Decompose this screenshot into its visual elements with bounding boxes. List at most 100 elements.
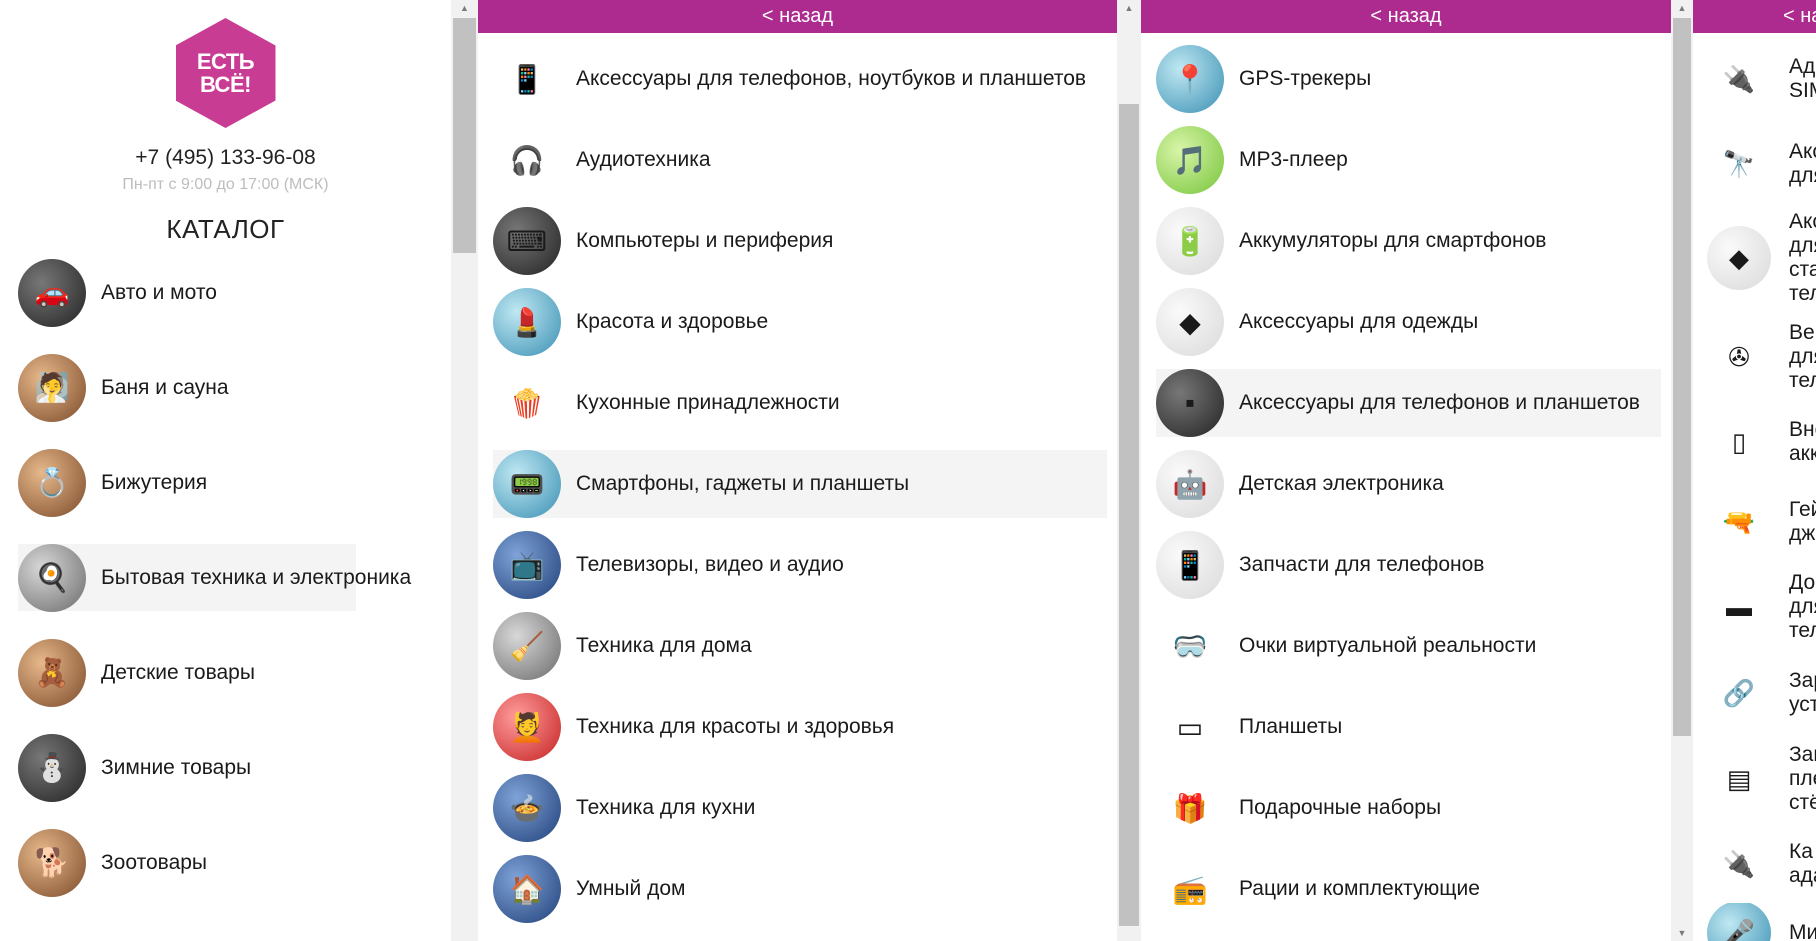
subcategory-item[interactable]: 🍲 Техника для кухни [493,774,1107,842]
subsubcategory-item[interactable]: ▭ Планшеты [1156,693,1661,761]
scroll-up-arrow-icon[interactable]: ▲ [451,0,478,16]
subsubcategory-item[interactable]: 🔋 Аккумуляторы для смартфонов [1156,207,1661,275]
products-panel: < на 🔌 Ад SIM 🔭 Акс для ◆ Акс для ста те… [1693,0,1816,941]
subcategory-item[interactable]: 📱 Аксессуары для телефонов, ноутбуков и … [493,45,1107,113]
smartphone-icon: 📱 [1156,531,1224,599]
scroll-up-arrow-icon[interactable]: ▲ [1671,0,1693,16]
catalog-scrollbar[interactable]: ▲ [451,0,478,941]
product-category-item[interactable]: 🔌 Ка ада [1693,825,1816,903]
catalog-item-winter[interactable]: ⛄ Зимние товары [18,733,356,802]
scroll-up-arrow-icon[interactable]: ▲ [1117,0,1141,16]
product-category-item[interactable]: 🔌 Ад SIM [1693,33,1816,125]
subcategory-item[interactable]: 💆 Техника для красоты и здоровья [493,693,1107,761]
subcategory-item[interactable]: 🏠 Умный дом [493,855,1107,923]
working-hours: Пн-пт с 9:00 до 17:00 (МСК) [122,176,329,193]
subcategory-item-smartphones[interactable]: 📟 Смартфоны, гаджеты и планшеты [493,450,1107,518]
subcategory-item[interactable]: 💄 Красота и здоровье [493,288,1107,356]
catalog-item-electronics[interactable]: 🍳 Бытовая техника и электроника [18,543,411,612]
appliance-icon: 🍳 [18,543,86,612]
cable-icon: 🔗 [1707,661,1771,725]
sauna-icon: 🧖 [18,353,86,422]
gun-icon: 🔫 [1707,490,1771,554]
product-category-item[interactable]: ▬ До для тел [1693,561,1816,653]
subcategory-item[interactable]: 🍿 Кухонные принадлежности [493,369,1107,437]
tablet-icon: ▭ [1156,693,1224,761]
subsubcategory-item[interactable]: 🎁 Подарочные наборы [1156,774,1661,842]
robot-icon: 🤖 [1156,450,1224,518]
popcorn-icon: 🍿 [493,369,561,437]
dock-icon: ▬ [1707,575,1771,639]
winter-icon: ⛄ [18,733,86,802]
gift-icon: 🎁 [1156,774,1224,842]
scrollbar-thumb[interactable] [1119,104,1139,926]
scrollbar-thumb[interactable] [1673,18,1691,736]
beauty-icon: 💄 [493,288,561,356]
placeholder-icon: ◆ [1707,226,1771,290]
product-category-item[interactable]: ◆ Акс для ста тел [1693,203,1816,313]
back-button[interactable]: < назад [478,0,1117,33]
subsubcategory-item[interactable]: 🤖 Детская электроника [1156,450,1661,518]
product-category-item[interactable]: ▤ Заг пле стё [1693,733,1816,825]
subsubcategory-item-phone-accessories[interactable]: ▪ Аксессуары для телефонов и планшетов [1156,369,1661,437]
jewelry-icon: 💍 [18,448,86,517]
subcategory-panel: < назад 📱 Аксессуары для телефонов, ноут… [478,0,1117,941]
subsubcategory-item[interactable]: 🎵 MP3-плеер [1156,126,1661,194]
placeholder-icon: ◆ [1156,288,1224,356]
product-category-item[interactable]: 🔫 Гей дж [1693,483,1816,561]
car-icon: 🚗 [18,258,86,327]
kitchen-icon: 🍲 [493,774,561,842]
powerbank-icon: ▪ [1156,369,1224,437]
product-category-item[interactable]: 🔭 Акс для [1693,125,1816,203]
scroll-down-arrow-icon[interactable]: ▼ [1671,925,1693,941]
catalog-item-kids[interactable]: 🧸 Детские товары [18,638,356,707]
subsubcategory-scrollbar[interactable]: ▲ ▼ [1671,0,1693,941]
kids-icon: 🧸 [18,638,86,707]
subcategory-scrollbar[interactable]: ▲ [1117,0,1141,941]
lens-icon: 🔭 [1707,132,1771,196]
back-button[interactable]: < на [1693,0,1816,33]
subsubcategory-item[interactable]: ◆ Аксессуары для одежды [1156,288,1661,356]
subsubcategory-item[interactable]: 📱 Запчасти для телефонов [1156,531,1661,599]
phone-icon: 📱 [493,45,561,113]
powerbank-icon: ▯ [1707,410,1771,474]
product-category-item[interactable]: 🎤 Ми [1693,903,1816,941]
subcategory-item[interactable]: 🧹 Техника для дома [493,612,1107,680]
brand-logo[interactable]: ЕСТЬ ВСЁ! [175,18,276,128]
massager-icon: 💆 [493,693,561,761]
product-category-item[interactable]: ✇ Вен для тел [1693,313,1816,401]
keyboard-icon: ⌨ [493,207,561,275]
vacuum-icon: 🧹 [493,612,561,680]
fan-icon: ✇ [1707,325,1771,389]
tv-icon: 📺 [493,531,561,599]
mic-icon: 🎤 [1707,903,1771,941]
catalog-item-sauna[interactable]: 🧖 Баня и сауна [18,353,356,422]
usb-cable-icon: 🔌 [1707,832,1771,896]
catalog-item-pets[interactable]: 🐕 Зоотовары [18,828,356,897]
subsubcategory-item[interactable]: 📻 Рации и комплектующие [1156,855,1661,923]
headphones-icon: 🎧 [493,126,561,194]
subsubcategory-item[interactable]: 📍 GPS-трекеры [1156,45,1661,113]
catalog-item-jewelry[interactable]: 💍 Бижутерия [18,448,356,517]
phone-number[interactable]: +7 (495) 133-96-08 [0,146,451,170]
subsubcategory-panel: < назад 📍 GPS-трекеры 🎵 MP3-плеер 🔋 Акку… [1141,0,1671,941]
back-button[interactable]: < назад [1141,0,1671,33]
pet-icon: 🐕 [18,828,86,897]
battery-icon: 🔋 [1156,207,1224,275]
scrollbar-thumb[interactable] [453,18,476,253]
subsubcategory-item[interactable]: 🥽 Очки виртуальной реальности [1156,612,1661,680]
radio-icon: 📻 [1156,855,1224,923]
catalog-title: КАТАЛОГ [166,214,285,244]
gadget-icon: 📟 [493,450,561,518]
film-icon: ▤ [1707,747,1771,811]
subcategory-item[interactable]: ⌨ Компьютеры и периферия [493,207,1107,275]
gps-icon: 📍 [1156,45,1224,113]
vr-icon: 🥽 [1156,612,1224,680]
subcategory-item[interactable]: 📺 Телевизоры, видео и аудио [493,531,1107,599]
subcategory-item[interactable]: 🎧 Аудиотехника [493,126,1107,194]
product-category-item[interactable]: 🔗 Зар уст [1693,653,1816,733]
mp3-icon: 🎵 [1156,126,1224,194]
catalog-item-auto[interactable]: 🚗 Авто и мото [18,258,356,327]
smart-home-icon: 🏠 [493,855,561,923]
catalog-panel: ЕСТЬ ВСЁ! +7 (495) 133-96-08 Пн-пт с 9:0… [0,0,451,941]
product-category-item[interactable]: ▯ Вне акк [1693,401,1816,483]
